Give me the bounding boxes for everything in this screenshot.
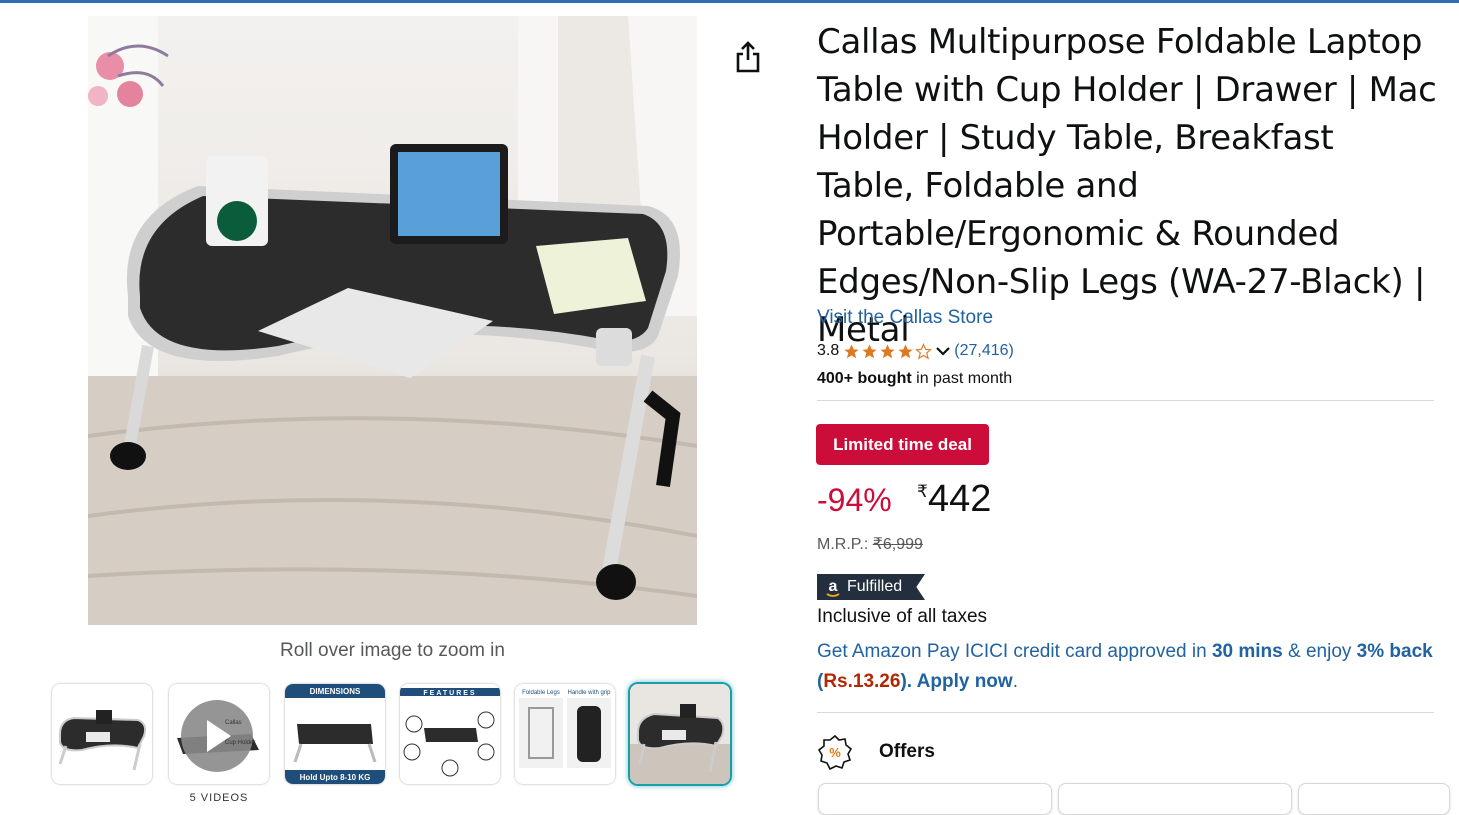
mrp-label: M.R.P.: xyxy=(817,536,873,553)
currency-symbol: ₹ xyxy=(917,482,928,501)
fulfilled-badge: a Fulfilled xyxy=(817,574,925,600)
thumbnail-features[interactable]: FEATURES xyxy=(400,684,500,784)
svg-text:%: % xyxy=(829,745,841,760)
top-border xyxy=(0,0,1459,3)
fulfilled-label: Fulfilled xyxy=(847,578,903,595)
product-title: Callas Multipurpose Foldable Laptop Tabl… xyxy=(817,22,1437,350)
icici-end: . xyxy=(1012,671,1018,692)
zoom-hint: Roll over image to zoom in xyxy=(280,640,505,661)
star-rating[interactable] xyxy=(843,342,933,360)
divider xyxy=(817,400,1434,401)
thumbnail-dimensions[interactable]: DIMENSIONS Hold Upto 8-10 KG xyxy=(285,684,385,784)
store-link[interactable]: Visit the Callas Store xyxy=(817,307,993,329)
thumbnail-1[interactable] xyxy=(52,684,152,784)
chevron-down-icon[interactable] xyxy=(935,343,951,359)
divider xyxy=(817,712,1434,713)
thumbnail-video[interactable]: Callas Cup Holder xyxy=(169,684,269,784)
apply-now-link[interactable]: Apply now xyxy=(912,671,1013,692)
icici-time: 30 mins xyxy=(1211,641,1283,662)
icici-offer[interactable]: Get Amazon Pay ICICI credit card approve… xyxy=(817,637,1437,697)
discount-percent: -94% xyxy=(817,482,892,518)
star-full-icon xyxy=(844,343,859,358)
svg-text:Cup Holder: Cup Holder xyxy=(225,740,255,746)
amazon-a-icon: a xyxy=(826,578,840,597)
icici-close: ). xyxy=(900,671,913,692)
bought-count: 400+ bought xyxy=(817,370,912,387)
offers-title: Offers xyxy=(879,741,935,762)
offers-percent-icon: % xyxy=(817,734,853,770)
svg-text:FEATURES: FEATURES xyxy=(423,690,476,697)
thumbnail-6-selected[interactable] xyxy=(630,684,730,784)
svg-text:Callas: Callas xyxy=(225,720,242,726)
rating-number[interactable]: 3.8 xyxy=(817,342,839,360)
bought-in-past-month: 400+ bought in past month xyxy=(817,370,1012,388)
share-icon xyxy=(736,41,760,73)
videos-label: 5 VIDEOS xyxy=(189,792,249,804)
tax-info: Inclusive of all taxes xyxy=(817,606,988,627)
star-full-icon xyxy=(898,343,913,358)
share-button[interactable] xyxy=(734,40,762,74)
mrp: M.R.P.: ₹6,999 xyxy=(817,534,923,554)
star-full-icon xyxy=(862,343,877,358)
offer-card[interactable] xyxy=(1298,783,1450,815)
offer-card[interactable] xyxy=(1058,783,1292,815)
svg-text:a: a xyxy=(829,578,838,595)
main-product-image[interactable] xyxy=(88,16,697,625)
thumbnail-legs-handle[interactable]: Foldable Legs Handle with grip xyxy=(515,684,615,784)
icici-amount: Rs.13.26 xyxy=(823,671,901,692)
svg-text:Hold Upto 8-10 KG: Hold Upto 8-10 KG xyxy=(300,773,371,782)
star-empty-icon xyxy=(915,342,933,359)
price-value: 442 xyxy=(928,478,992,520)
mrp-value: ₹6,999 xyxy=(872,536,923,553)
limited-time-deal-badge: Limited time deal xyxy=(816,424,989,465)
ratings-count-link[interactable]: (27,416) xyxy=(954,342,1014,360)
icici-text-1: Get Amazon Pay ICICI credit card approve… xyxy=(817,641,1212,662)
bought-period: in past month xyxy=(911,370,1013,387)
rating-row: 3.8 (27,416) xyxy=(817,340,1014,362)
svg-text:DIMENSIONS: DIMENSIONS xyxy=(310,687,361,696)
svg-text:Handle with grip: Handle with grip xyxy=(567,690,611,696)
star-full-icon xyxy=(880,343,895,358)
icici-text-2: & enjoy xyxy=(1282,641,1357,662)
svg-text:Foldable Legs: Foldable Legs xyxy=(522,690,560,696)
offer-card[interactable] xyxy=(818,783,1052,815)
